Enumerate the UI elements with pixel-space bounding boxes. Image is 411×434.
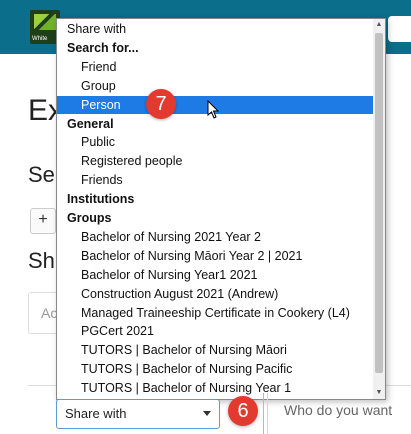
separator-line (263, 393, 264, 434)
option-group-groups: Groups (67, 211, 112, 225)
header-search-box[interactable] (388, 16, 411, 42)
logo-text: White (32, 36, 48, 42)
option-bachelor-of-nursing-m-ori-year-2-2021[interactable]: Bachelor of Nursing Māori Year 2 | 2021 (57, 247, 385, 265)
separator-line (267, 393, 268, 434)
option-bachelor-of-nursing-2021-year-2[interactable]: Bachelor of Nursing 2021 Year 2 (57, 228, 385, 246)
logo-leaf-icon (34, 14, 56, 30)
scrollbar[interactable]: ▲ ▼ (373, 19, 385, 399)
caret-down-icon (203, 411, 211, 416)
option-construction-august-2021-andrew[interactable]: Construction August 2021 (Andrew) (57, 285, 385, 303)
section-heading: Se (28, 162, 55, 187)
share-heading: Sh (28, 248, 55, 273)
scroll-thumb[interactable] (375, 33, 383, 373)
who-prompt-text: Who do you want (284, 402, 393, 418)
option-group-institutions: Institutions (67, 192, 135, 207)
option-friends[interactable]: Friends (57, 171, 385, 189)
option-registered-people[interactable]: Registered people (57, 152, 385, 170)
step-7-badge: 7 (146, 89, 176, 119)
share-with-select-value: Share with (65, 406, 127, 421)
option-tutors-bachelor-of-nursing-year-1[interactable]: TUTORS | Bachelor of Nursing Year 1 (57, 379, 385, 397)
option-friend[interactable]: Friend (57, 58, 385, 76)
scroll-up-arrow-icon[interactable]: ▲ (373, 19, 385, 31)
option-tutors-bachelor-of-nursing-pacific[interactable]: TUTORS | Bachelor of Nursing Pacific (57, 360, 385, 378)
option-group-search-for: Search for... (67, 40, 139, 55)
option-managed-traineeship-certificate-in-cookery-l4[interactable]: Managed Traineeship Certificate in Cooke… (57, 304, 385, 322)
option-bachelor-of-nursing-year1-2021[interactable]: Bachelor of Nursing Year1 2021 (57, 266, 385, 284)
scroll-down-arrow-icon[interactable]: ▼ (373, 387, 385, 399)
option-pgcert-2021[interactable]: PGCert 2021 (57, 322, 385, 340)
option-tutors-bachelor-of-nursing-m-ori[interactable]: TUTORS | Bachelor of Nursing Māori (57, 341, 385, 359)
option-share-with[interactable]: Share with (57, 20, 383, 38)
mouse-cursor-icon (207, 100, 220, 119)
access-field-text: Ac (41, 305, 58, 321)
share-with-select[interactable]: Share with (56, 399, 220, 429)
plus-icon[interactable]: + (30, 208, 56, 234)
option-person[interactable]: Person (57, 95, 385, 114)
share-with-dropdown-list[interactable]: TUTORS | Bachelor of Nursing Year 1 TUTOR… (56, 18, 386, 400)
option-public[interactable]: Public (57, 133, 385, 151)
option-group[interactable]: Group (57, 77, 385, 95)
step-6-badge: 6 (228, 396, 258, 426)
